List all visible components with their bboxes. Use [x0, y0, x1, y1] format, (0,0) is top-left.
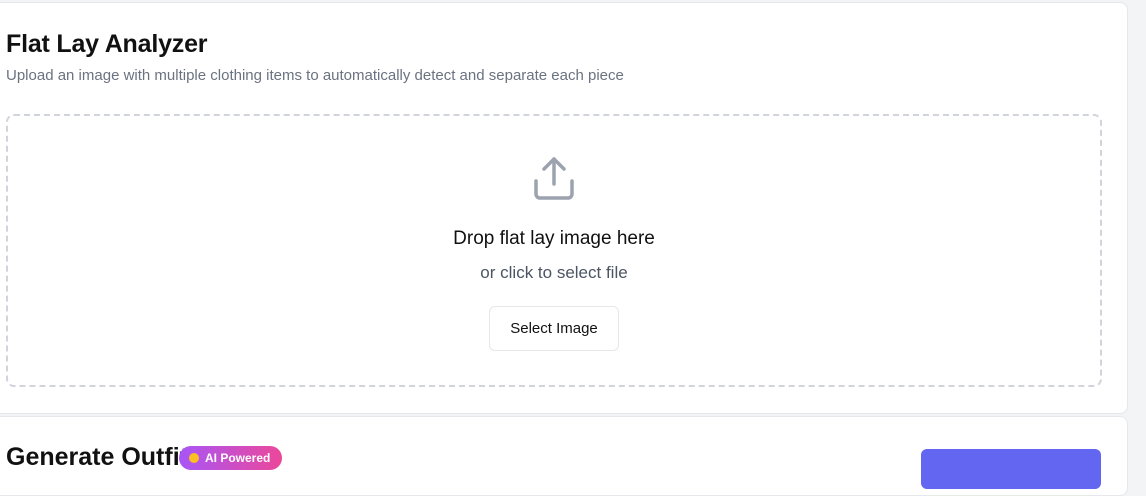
- page-subtitle: Upload an image with multiple clothing i…: [6, 67, 624, 84]
- ai-powered-badge: AI Powered: [179, 446, 283, 470]
- flat-lay-analyzer-card: Flat Lay Analyzer Upload an image with m…: [0, 2, 1128, 414]
- dropzone-subtitle: or click to select file: [480, 263, 628, 282]
- ai-powered-badge-label: AI Powered: [205, 451, 271, 465]
- generate-outfit-card: Generate Outfit AI Powered: [0, 416, 1128, 496]
- image-dropzone[interactable]: Drop flat lay image here or click to sel…: [6, 114, 1102, 387]
- select-image-button[interactable]: Select Image: [489, 306, 619, 351]
- generate-outfit-button[interactable]: [921, 449, 1101, 489]
- upload-icon: [529, 154, 579, 204]
- page-title: Flat Lay Analyzer: [6, 30, 208, 58]
- sparkle-icon: [189, 453, 199, 463]
- generate-outfit-title: Generate Outfit: [6, 443, 188, 471]
- dropzone-title: Drop flat lay image here: [453, 228, 655, 249]
